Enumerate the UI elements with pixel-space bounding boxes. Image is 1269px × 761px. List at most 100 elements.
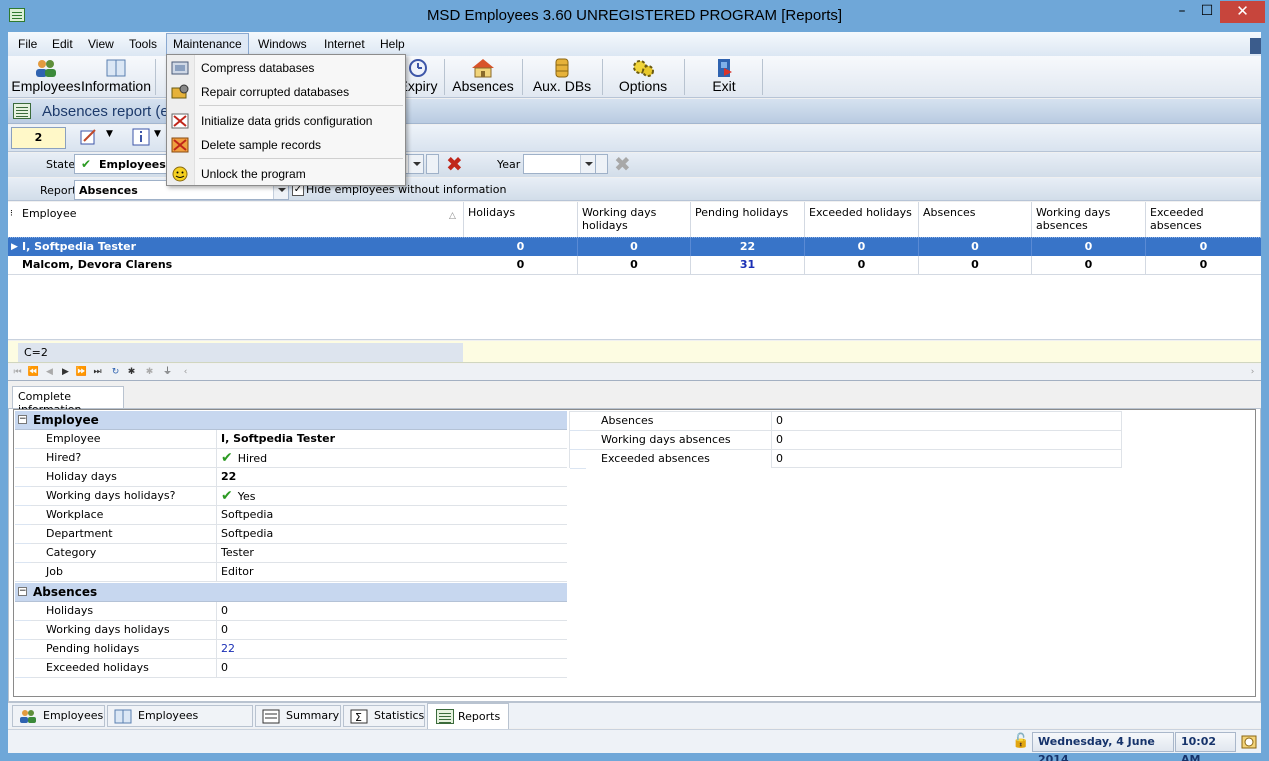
scroll-right-icon[interactable]: › xyxy=(1245,365,1260,380)
year-spinner[interactable] xyxy=(595,154,608,174)
nav-insert-icon[interactable]: ✱ xyxy=(124,365,139,380)
nav-first-icon[interactable]: ⏮ xyxy=(10,365,25,380)
current-row-icon: ▶ xyxy=(11,242,18,252)
group-absences[interactable]: − Absences xyxy=(15,583,567,602)
nav-last-icon[interactable]: ⏭ xyxy=(90,365,105,380)
toolbar-separator xyxy=(602,59,603,95)
nav-next-page-icon[interactable]: ⏩ xyxy=(74,365,89,380)
menu-item-compress-databases[interactable]: Compress databases xyxy=(167,57,405,79)
info-icon[interactable] xyxy=(132,128,150,146)
toolbar-information-button[interactable]: Information xyxy=(80,56,152,96)
record-count[interactable]: 2 xyxy=(11,127,66,149)
column-header-exceeded-absences[interactable]: Exceeded absences xyxy=(1146,202,1261,238)
menu-tools[interactable]: Tools xyxy=(129,37,157,51)
close-button[interactable]: ✕ xyxy=(1220,1,1265,23)
nav-refresh-icon[interactable]: ↻ xyxy=(108,365,123,380)
toolbar-options-button[interactable]: Options xyxy=(606,56,680,96)
column-header-pending-holidays[interactable]: Pending holidays xyxy=(691,202,805,238)
year-select[interactable] xyxy=(523,154,596,174)
edit-icon[interactable] xyxy=(80,128,98,146)
group-employee[interactable]: − Employee xyxy=(15,411,567,430)
table-row[interactable]: ▶ I, Softpedia Tester 0 0 22 0 0 0 0 xyxy=(8,237,1261,257)
menu-file[interactable]: File xyxy=(18,37,37,51)
prop-row-holiday-days[interactable]: Holiday days 22 xyxy=(15,468,567,487)
tab-statistics[interactable]: Σ Statistics xyxy=(343,705,425,727)
menu-item-delete-sample-records[interactable]: Delete sample records xyxy=(167,134,405,156)
tab-label: Employees xyxy=(43,709,104,722)
column-header-working-days-holidays[interactable]: Working days holidays xyxy=(578,202,691,238)
menu-help[interactable]: Help xyxy=(380,37,405,51)
table-row[interactable]: Malcom, Devora Clarens 0 0 31 0 0 0 0 xyxy=(8,256,1261,275)
clock-icon[interactable] xyxy=(1241,734,1257,750)
information-icon xyxy=(106,59,126,77)
prop-row-holidays[interactable]: Holidays 0 xyxy=(15,602,567,621)
smiley-icon xyxy=(172,166,188,182)
nav-prev-page-icon[interactable]: ⏪ xyxy=(26,365,41,380)
repair-icon xyxy=(171,84,189,99)
column-header-holidays[interactable]: Holidays xyxy=(464,202,578,238)
clear-state-icon[interactable]: ✖ xyxy=(446,154,463,174)
menu-view[interactable]: View xyxy=(88,37,114,51)
nav-filter-icon[interactable]: ⏚ xyxy=(160,365,175,380)
tab-employees[interactable]: Employees xyxy=(12,705,105,727)
toolbar-employees-button[interactable]: Employees xyxy=(10,56,82,96)
toolbar-exit-button[interactable]: Exit xyxy=(688,56,760,96)
state-dropdown-arrow[interactable] xyxy=(408,155,423,173)
prop-row-workplace[interactable]: Workplace Softpedia xyxy=(15,506,567,525)
check-icon: ✔ xyxy=(81,157,92,171)
state-spinner[interactable] xyxy=(426,154,439,174)
report-label: Report xyxy=(40,184,77,197)
toolbar-aux-dbs-button[interactable]: Aux. DBs xyxy=(526,56,598,96)
column-header-working-days-absences[interactable]: Working days absences xyxy=(1032,202,1146,238)
prop-row-working-days-absences[interactable]: Working days absences 0 xyxy=(570,431,1122,450)
collapse-icon[interactable]: − xyxy=(18,587,27,596)
column-header-exceeded-holidays[interactable]: Exceeded holidays xyxy=(805,202,919,238)
prop-key: Category xyxy=(15,544,217,562)
menu-item-initialize-grids[interactable]: Initialize data grids configuration xyxy=(167,110,405,132)
lock-icon[interactable]: 🔓 xyxy=(1012,733,1029,749)
year-dropdown-arrow[interactable] xyxy=(580,155,595,173)
check-icon: ✔ xyxy=(221,488,233,504)
tab-reports[interactable]: Reports xyxy=(427,703,509,729)
prop-row-category[interactable]: Category Tester xyxy=(15,544,567,563)
tab-complete-information[interactable]: Complete information xyxy=(12,386,124,416)
menu-internet[interactable]: Internet xyxy=(324,37,365,51)
prop-row-pending-holidays[interactable]: Pending holidays 22 xyxy=(15,640,567,659)
menu-maintenance[interactable]: Maintenance xyxy=(166,33,249,55)
prop-row-working-days-holidays[interactable]: Working days holidays? ✔ Yes xyxy=(15,487,567,506)
menu-edit[interactable]: Edit xyxy=(52,37,73,51)
prop-row-hired[interactable]: Hired? ✔ Hired xyxy=(15,449,567,468)
tab-employees-information[interactable]: Employees information xyxy=(107,705,253,742)
column-header-employee[interactable]: ⁝ Employee △ xyxy=(8,202,464,238)
mdi-menu-icon[interactable] xyxy=(1250,38,1261,54)
scroll-left-icon[interactable]: ‹ xyxy=(178,365,193,380)
prop-value: 0 xyxy=(776,433,783,446)
toolbar-information-label: Information xyxy=(80,78,152,94)
prop-row-exceeded-absences[interactable]: Exceeded absences 0 xyxy=(570,450,1122,469)
prop-value: 0 xyxy=(221,604,228,617)
menu-windows[interactable]: Windows xyxy=(258,37,307,51)
nav-prev-icon[interactable]: ◀ xyxy=(42,365,57,380)
chevron-down-icon[interactable]: ▼ xyxy=(154,129,161,139)
nav-delete-icon[interactable]: ✱ xyxy=(142,365,157,380)
prop-row-employee[interactable]: Employee I, Softpedia Tester xyxy=(15,430,567,449)
prop-row-exceeded-holidays[interactable]: Exceeded holidays 0 xyxy=(15,659,567,678)
menu-item-unlock-program[interactable]: Unlock the program xyxy=(167,163,405,185)
toolbar-options-label: Options xyxy=(618,78,668,94)
maximize-button[interactable]: ☐ xyxy=(1192,1,1222,23)
column-chooser-icon[interactable]: ⁝ xyxy=(10,209,13,219)
prop-row-working-days-holidays[interactable]: Working days holidays 0 xyxy=(15,621,567,640)
column-header-absences[interactable]: Absences xyxy=(919,202,1032,238)
tab-summary[interactable]: Summary xyxy=(255,705,341,727)
prop-row-job[interactable]: Job Editor xyxy=(15,563,567,582)
collapse-icon[interactable]: − xyxy=(18,415,27,424)
status-bar: 🔓 Wednesday, 4 June 2014 10:02 AM xyxy=(8,729,1261,761)
prop-row-department[interactable]: Department Softpedia xyxy=(15,525,567,544)
prop-row-absences[interactable]: Absences 0 xyxy=(570,412,1122,431)
menu-item-repair-databases[interactable]: Repair corrupted databases xyxy=(167,81,405,103)
report-title: Absences report (e xyxy=(42,103,169,120)
absences-summary-table: Absences 0 Working days absences 0 Exceede… xyxy=(569,411,1122,469)
toolbar-absences-button[interactable]: Absences xyxy=(448,56,518,96)
chevron-down-icon[interactable]: ▼ xyxy=(106,129,113,139)
nav-next-icon[interactable]: ▶ xyxy=(58,365,73,380)
